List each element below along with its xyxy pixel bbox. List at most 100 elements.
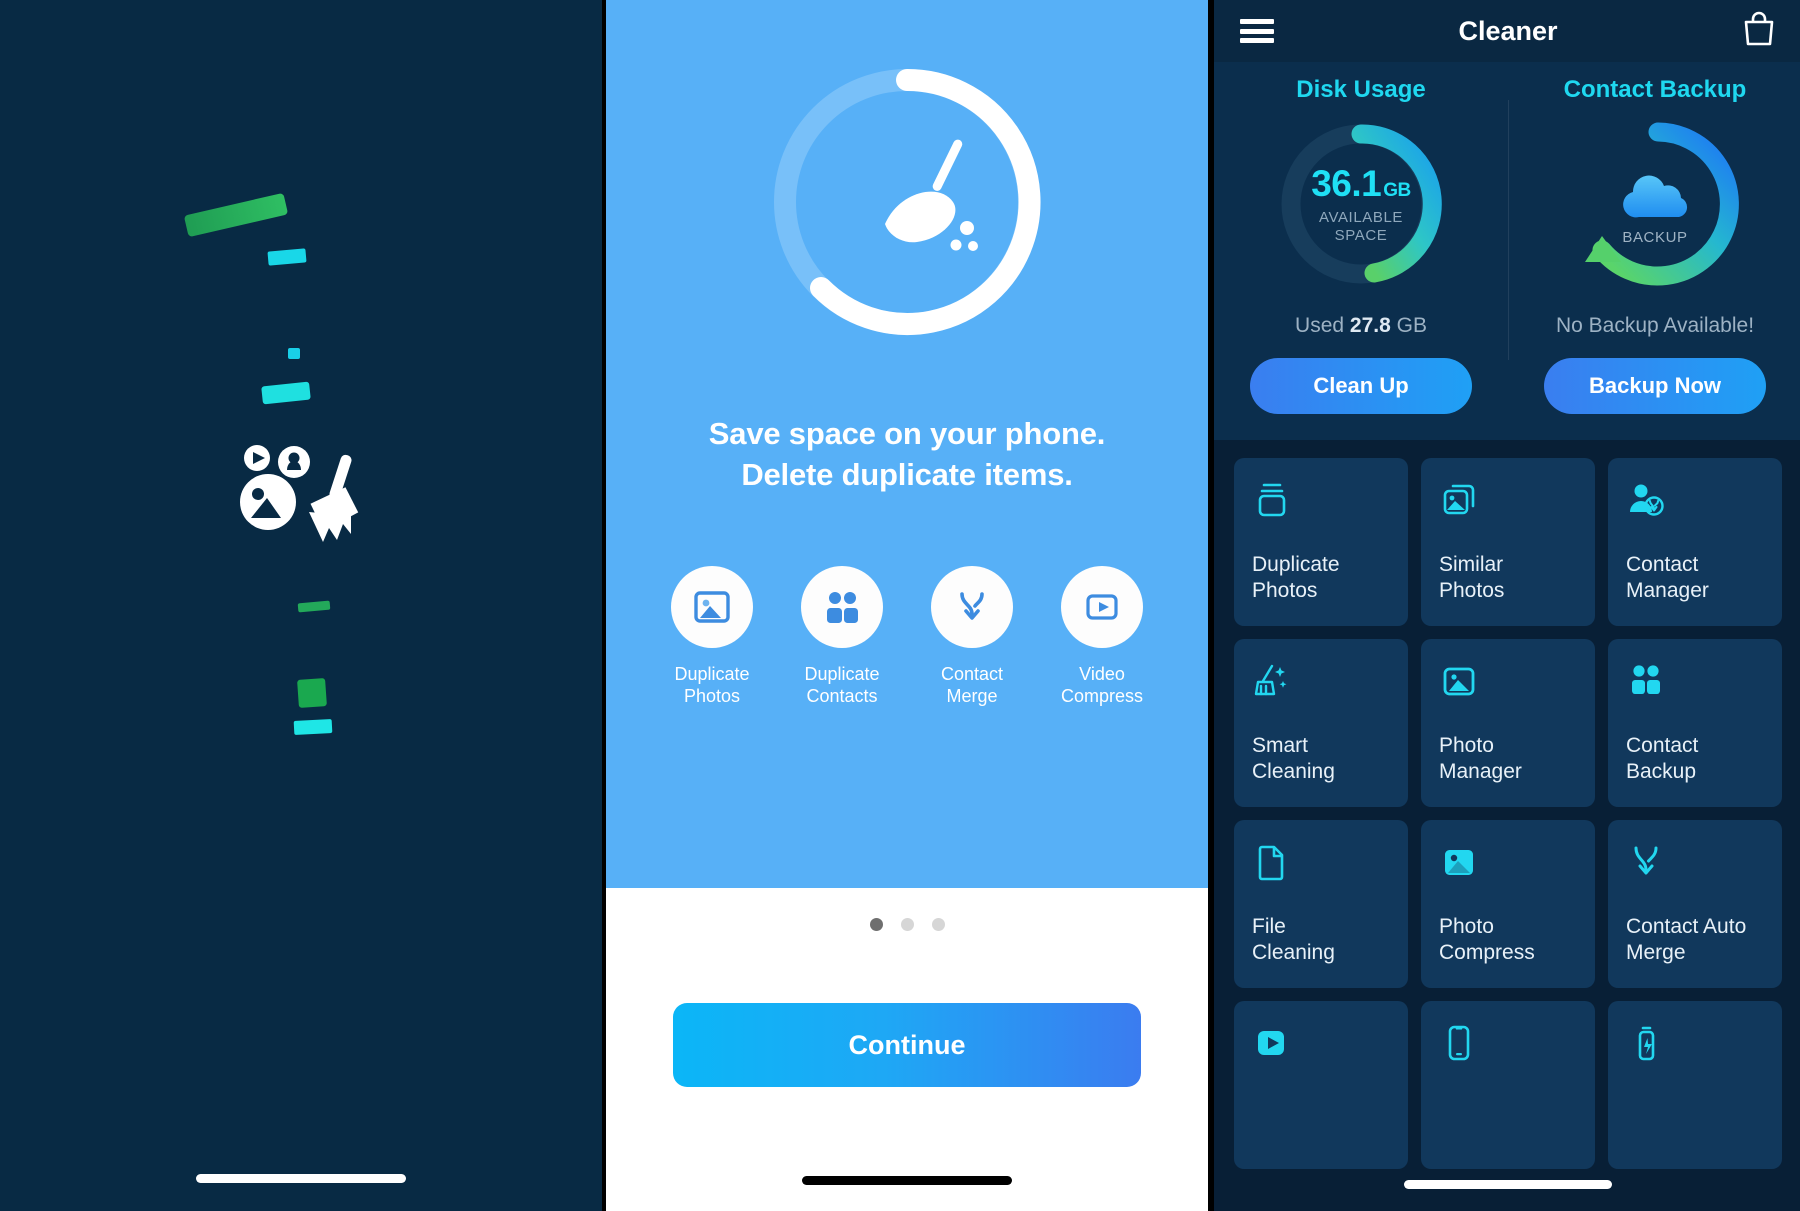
caption-line-1: AVAILABLE (1318, 208, 1404, 226)
disk-available-caption: AVAILABLE SPACE (1319, 209, 1403, 246)
tile-duplicate-photos[interactable]: Duplicate Photos (1234, 458, 1408, 626)
tile-label-line-1: Smart (1252, 733, 1309, 757)
caption-line-2: SPACE (1334, 227, 1388, 244)
confetti-piece (267, 248, 307, 266)
clean-up-button[interactable]: Clean Up (1250, 358, 1472, 414)
confetti-piece (261, 381, 311, 405)
people-icon (1626, 661, 1764, 715)
tile-label: Duplicate Photos (1252, 552, 1390, 605)
headline-line-1: Save space on your phone. (708, 416, 1106, 451)
broom-sparkle-icon (1252, 661, 1390, 715)
page-dot-1[interactable] (869, 918, 883, 931)
onboarding-feature-row: Duplicate Photos Duplicate Contacts Cont… (606, 565, 1208, 708)
page-dot-3[interactable] (931, 918, 945, 931)
image-icon (671, 565, 753, 648)
page-indicator-dots[interactable] (869, 918, 945, 931)
disk-usage-title: Disk Usage (1296, 76, 1426, 103)
tile-label-line-1: Similar (1439, 552, 1504, 576)
people-icon (801, 565, 883, 648)
used-prefix: Used (1295, 314, 1345, 337)
tile-label-line-1: Contact (1626, 552, 1699, 576)
tile-label-line-2: Merge (1626, 940, 1686, 964)
tile-label-line-1: File (1252, 914, 1286, 938)
video-play-filled-icon (1252, 1023, 1390, 1077)
onboarding-footer: Continue (606, 888, 1208, 1211)
dashboard-screen: Cleaner Disk Usage 36.1 GB AVAILABLE SPA… (1214, 0, 1800, 1211)
contact-backup-card: Contact Backup BACKUP No Backup Availabl… (1508, 76, 1800, 414)
continue-button[interactable]: Continue (673, 1003, 1141, 1087)
tile-label-line-2: Compress (1439, 940, 1535, 964)
home-indicator (1404, 1180, 1612, 1189)
disk-available-value: 36.1 GB (1311, 163, 1411, 205)
tile-label-line-1: Photo (1439, 733, 1494, 757)
tools-grid: Duplicate Photos Similar Photos Contact … (1234, 458, 1782, 1169)
backup-now-button[interactable]: Backup Now (1544, 358, 1766, 414)
onboarding-feature-contact-merge[interactable]: Contact Merge (926, 565, 1018, 708)
hamburger-menu-icon[interactable] (1240, 19, 1274, 43)
tile-label-line-2: Manager (1626, 578, 1709, 602)
tile-device-info[interactable] (1421, 1001, 1595, 1169)
tile-photo-compress[interactable]: Photo Compress (1421, 820, 1595, 988)
duplicate-photos-icon (1252, 480, 1390, 534)
tile-photo-manager[interactable]: Photo Manager (1421, 639, 1595, 807)
tile-label: Contact Auto Merge (1626, 914, 1764, 967)
tile-label-line-2: Backup (1626, 759, 1697, 783)
disk-used-text: Used 27.8 GB (1295, 314, 1427, 338)
merge-arrow-icon (931, 565, 1013, 648)
tile-smart-cleaning[interactable]: Smart Cleaning (1234, 639, 1408, 807)
feature-label-line-1: Duplicate (804, 663, 880, 684)
file-icon (1252, 842, 1390, 896)
tile-similar-photos[interactable]: Similar Photos (1421, 458, 1595, 626)
disk-usage-gauge-center: 36.1 GB AVAILABLE SPACE (1271, 114, 1451, 294)
tile-label: File Cleaning (1252, 914, 1390, 967)
used-unit: GB (1396, 314, 1427, 337)
photo-compress-icon (1439, 842, 1577, 896)
home-indicator (802, 1176, 1012, 1185)
tile-label-line-2: Cleaning (1252, 759, 1335, 783)
onboarding-feature-video-compress[interactable]: Video Compress (1056, 565, 1148, 708)
tile-label-line-1: Duplicate (1252, 552, 1340, 576)
tile-file-cleaning[interactable]: File Cleaning (1234, 820, 1408, 988)
page-title: Cleaner (1458, 15, 1558, 46)
contact-manager-icon (1626, 480, 1764, 534)
tile-label-line-1: Photo (1439, 914, 1494, 938)
photo-manager-icon (1439, 661, 1577, 715)
broom-photo-contact-logo-icon (225, 440, 385, 560)
tile-battery[interactable] (1608, 1001, 1782, 1169)
tile-contact-backup[interactable]: Contact Backup (1608, 639, 1782, 807)
onboarding-feature-label: Duplicate Contacts (804, 664, 879, 708)
video-play-icon (1061, 565, 1143, 648)
tile-label-line-1: Contact (1626, 733, 1699, 757)
confetti-piece (288, 348, 300, 359)
tile-video-compress[interactable] (1234, 1001, 1408, 1169)
page-dot-2[interactable] (900, 918, 914, 931)
tile-label-line-2: Manager (1439, 759, 1522, 783)
app-bar: Cleaner (1214, 0, 1800, 62)
phone-icon (1439, 1023, 1577, 1077)
tile-label-line-2: Photos (1252, 578, 1318, 602)
confetti-piece (183, 192, 289, 238)
contact-backup-gauge: BACKUP (1565, 114, 1745, 294)
shopping-bag-icon[interactable] (1742, 11, 1776, 52)
feature-label-line-2: Photos (683, 685, 741, 706)
tile-label: Photo Compress (1439, 914, 1577, 967)
tile-label-line-2: Photos (1439, 578, 1505, 602)
dashboard-stats: Disk Usage 36.1 GB AVAILABLE SPACE Used … (1214, 62, 1800, 440)
tile-label: Photo Manager (1439, 733, 1577, 786)
merge-arrow-icon (1626, 842, 1764, 896)
onboarding-feature-duplicate-contacts[interactable]: Duplicate Contacts (796, 565, 888, 708)
feature-label-line-1: Duplicate (674, 663, 750, 684)
tile-contact-manager[interactable]: Contact Manager (1608, 458, 1782, 626)
splash-animation-stage (0, 0, 602, 1211)
tile-label-line-2: Cleaning (1252, 940, 1335, 964)
backup-status-text: No Backup Available! (1555, 314, 1755, 337)
tile-label: Contact Manager (1626, 552, 1764, 605)
tile-contact-auto-merge[interactable]: Contact Auto Merge (1608, 820, 1782, 988)
headline-line-2: Delete duplicate items. (741, 456, 1073, 492)
used-value: 27.8 (1349, 314, 1391, 337)
onboarding-feature-duplicate-photos[interactable]: Duplicate Photos (666, 565, 758, 708)
tile-label: Similar Photos (1439, 552, 1577, 605)
available-unit: GB (1383, 179, 1411, 201)
home-indicator (196, 1174, 406, 1183)
tile-label-line-1: Contact Auto (1626, 914, 1747, 938)
